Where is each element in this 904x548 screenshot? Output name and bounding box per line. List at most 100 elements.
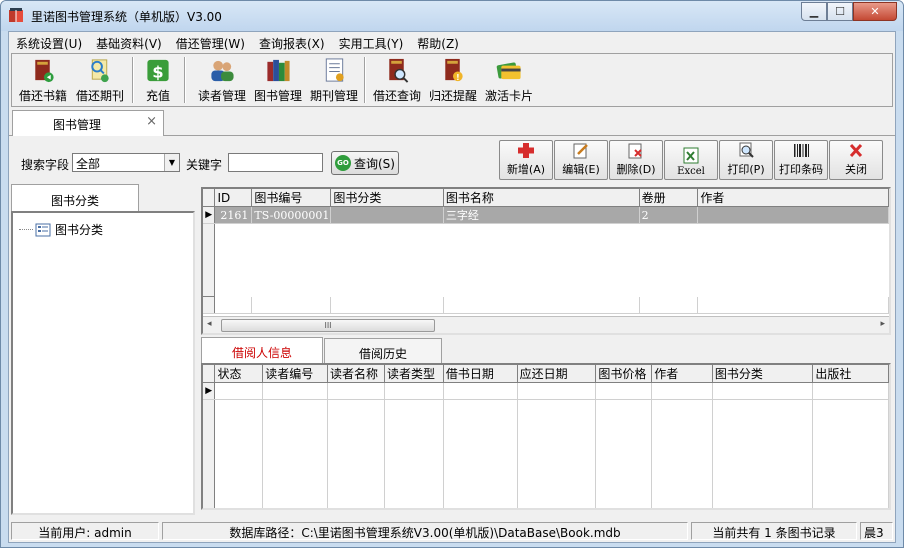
toolbar-borrow-books-button[interactable]: 借还书籍	[16, 56, 70, 104]
cell-book-number[interactable]: TS-00000001	[251, 206, 332, 224]
tab-book-management[interactable]: 图书管理 ×	[12, 110, 164, 136]
close-icon	[849, 143, 863, 158]
toolbar-book-management-button[interactable]: 图书管理	[252, 56, 304, 104]
chevron-down-icon[interactable]: ▼	[164, 154, 179, 171]
tree-node-book-category[interactable]: 图书分类	[19, 221, 103, 238]
row-header-corner	[203, 189, 216, 207]
toolbar-recharge-button[interactable]: $ 充值	[138, 56, 178, 104]
cell-id[interactable]: 2161	[214, 206, 253, 224]
print-barcode-button[interactable]: 打印条码	[774, 140, 828, 180]
column-header-publisher[interactable]: 出版社	[812, 365, 889, 383]
row-selector-arrow-icon[interactable]: ▶	[203, 206, 216, 224]
empty-cell[interactable]	[812, 382, 889, 400]
toolbar-label: 借还书籍	[18, 89, 67, 103]
menu-borrow-return[interactable]: 借还管理(W)	[169, 32, 252, 52]
horizontal-scrollbar[interactable]: ◂ III ▸	[203, 316, 889, 333]
empty-cell[interactable]	[384, 382, 444, 400]
empty-cell	[595, 399, 653, 508]
scroll-right-icon[interactable]: ▸	[880, 319, 885, 329]
empty-cell	[327, 399, 385, 508]
empty-cell	[812, 399, 889, 508]
edit-button[interactable]: 编辑(E)	[554, 140, 608, 180]
column-header-reader-name[interactable]: 读者名称	[327, 365, 385, 383]
menu-tools[interactable]: 实用工具(Y)	[332, 32, 411, 52]
empty-cell[interactable]	[327, 382, 385, 400]
close-icon: ✕	[870, 5, 880, 18]
excel-button[interactable]: Excel	[664, 140, 718, 180]
close-button-label: 关闭	[845, 163, 867, 176]
cell-book-name[interactable]: 三字经	[443, 206, 640, 224]
column-header-volume[interactable]: 卷册	[639, 189, 699, 207]
empty-cell[interactable]	[651, 382, 713, 400]
menu-bar: 系统设置(U) 基础资料(V) 借还管理(W) 查询报表(X) 实用工具(Y) …	[9, 32, 895, 52]
column-header-id[interactable]: ID	[214, 189, 253, 207]
empty-cell	[443, 223, 640, 297]
empty-cell[interactable]	[443, 382, 518, 400]
column-header-book-name[interactable]: 图书名称	[443, 189, 640, 207]
minimize-button[interactable]: ▁	[801, 2, 827, 21]
empty-cell[interactable]	[712, 382, 814, 400]
menu-help[interactable]: 帮助(Z)	[410, 32, 466, 52]
scrollbar-thumb[interactable]: III	[221, 319, 435, 332]
column-header-reader-number[interactable]: 读者编号	[262, 365, 329, 383]
print-button[interactable]: 打印(P)	[719, 140, 773, 180]
tab-book-category[interactable]: 图书分类	[11, 184, 139, 211]
empty-cell	[251, 223, 332, 297]
status-database-path: 数据库路径：C:\里诺图书管理系统V3.00(单机版)\DataBase\Boo…	[162, 522, 688, 540]
card-icon	[496, 62, 521, 80]
title-bar[interactable]: 里诺图书管理系统（单机版）V3.00 ▁ ☐ ✕	[1, 1, 903, 31]
column-header-author[interactable]: 作者	[697, 189, 889, 207]
column-header-category[interactable]: 图书分类	[712, 365, 814, 383]
column-header-borrow-date[interactable]: 借书日期	[443, 365, 518, 383]
cell-category[interactable]	[330, 206, 444, 224]
category-tree[interactable]: 图书分类	[11, 211, 195, 515]
cell-author[interactable]	[697, 206, 889, 224]
cell-volume[interactable]: 2	[639, 206, 699, 224]
books-header-row: ID 图书编号 图书分类 图书名称 卷册 作者	[203, 189, 889, 207]
empty-cell[interactable]	[262, 382, 329, 400]
scroll-left-icon[interactable]: ◂	[207, 319, 212, 329]
toolbar-return-reminder-button[interactable]: ! 归还提醒	[426, 56, 480, 104]
empty-cell[interactable]	[517, 382, 597, 400]
toolbar-borrow-query-button[interactable]: 借还查询	[370, 56, 424, 104]
toolbar-label: 图书管理	[253, 89, 302, 103]
add-button-label: 新增(A)	[506, 163, 546, 176]
menu-basic-data[interactable]: 基础资料(V)	[89, 32, 169, 52]
footer-row	[203, 296, 889, 314]
empty-cell[interactable]	[214, 382, 264, 400]
menu-reports[interactable]: 查询报表(X)	[252, 32, 332, 52]
column-header-book-number[interactable]: 图书编号	[251, 189, 332, 207]
row-selector-arrow-icon[interactable]: ▶	[203, 382, 216, 400]
close-button[interactable]: 关闭	[829, 140, 883, 180]
column-header-reader-type[interactable]: 读者类型	[384, 365, 444, 383]
category-panel: 图书分类 图书分类	[11, 184, 197, 517]
close-tab-icon[interactable]: ×	[146, 114, 157, 129]
query-button[interactable]: GO 查询(S)	[331, 151, 399, 175]
toolbar-separator	[132, 57, 134, 103]
toolbar-activate-card-button[interactable]: 激活卡片	[482, 56, 536, 104]
add-button[interactable]: 新增(A)	[499, 140, 553, 180]
table-row[interactable]: ▶ 2161 TS-00000001 三字经 2	[203, 206, 889, 224]
column-header-due-date[interactable]: 应还日期	[517, 365, 597, 383]
detail-tabs: 借阅人信息 借阅历史	[201, 337, 891, 365]
keyword-input[interactable]	[228, 153, 323, 172]
close-window-button[interactable]: ✕	[853, 2, 897, 21]
column-header-category[interactable]: 图书分类	[330, 189, 444, 207]
tab-borrower-info[interactable]: 借阅人信息	[201, 337, 323, 365]
menu-system-settings[interactable]: 系统设置(U)	[9, 32, 89, 52]
column-header-author[interactable]: 作者	[651, 365, 713, 383]
empty-cell[interactable]	[595, 382, 653, 400]
search-field-select[interactable]: 全部 ▼	[72, 153, 180, 172]
toolbar-label: 归还提醒	[428, 89, 477, 103]
search-bar: 搜索字段 全部 ▼ 关键字 GO 查询(S) 新增(A) 编辑(E) 删除(D)…	[9, 137, 895, 184]
toolbar-periodical-management-button[interactable]: 期刊管理	[308, 56, 360, 104]
column-header-book-price[interactable]: 图书价格	[595, 365, 653, 383]
delete-button[interactable]: 删除(D)	[609, 140, 663, 180]
new-row[interactable]: ▶	[203, 382, 889, 400]
minimize-icon: ▁	[809, 5, 819, 18]
toolbar-borrow-periodicals-button[interactable]: 借还期刊	[72, 56, 128, 104]
toolbar-reader-management-button[interactable]: 读者管理	[196, 56, 248, 104]
tab-borrow-history[interactable]: 借阅历史	[324, 338, 442, 365]
column-header-status[interactable]: 状态	[214, 365, 264, 383]
maximize-button[interactable]: ☐	[827, 2, 853, 21]
